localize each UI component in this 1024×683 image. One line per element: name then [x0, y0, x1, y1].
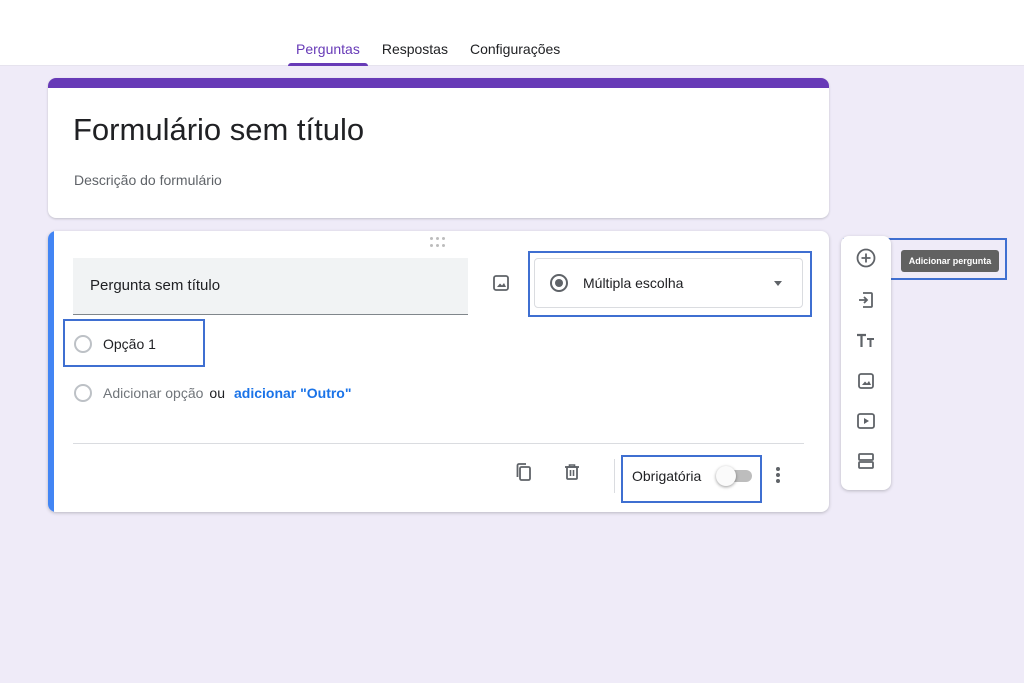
add-section-icon[interactable] [854, 449, 878, 473]
form-description[interactable]: Descrição do formulário [74, 172, 222, 188]
radio-unchecked-icon [74, 384, 92, 402]
form-title-card[interactable]: Formulário sem título Descrição do formu… [48, 78, 829, 218]
tab-questions[interactable]: Perguntas [288, 38, 368, 66]
footer-separator [614, 459, 615, 493]
tab-bar: Perguntas Respostas Configurações [288, 38, 568, 66]
required-toggle[interactable] [716, 466, 752, 486]
drag-handle-icon[interactable] [430, 237, 448, 247]
radio-checked-icon [550, 274, 568, 292]
tab-responses[interactable]: Respostas [374, 38, 456, 66]
question-title-input[interactable]: Pergunta sem título [73, 258, 468, 315]
or-text: ou [209, 385, 225, 401]
delete-icon[interactable] [562, 462, 582, 487]
add-option-row: Adicionar opção ou adicionar "Outro" [74, 384, 352, 402]
option-label[interactable]: Opção 1 [103, 336, 156, 352]
tab-settings[interactable]: Configurações [462, 38, 568, 66]
add-video-icon[interactable] [854, 409, 878, 433]
title-card-accent-bar [48, 78, 829, 88]
app-header: Perguntas Respostas Configurações [0, 0, 1024, 66]
form-title[interactable]: Formulário sem título [73, 112, 364, 148]
add-image-icon[interactable] [490, 272, 512, 294]
add-question-tooltip: Adicionar pergunta [901, 250, 999, 272]
question-focus-bar [48, 231, 54, 512]
add-question-icon[interactable] [854, 246, 878, 270]
radio-unchecked-icon [74, 335, 92, 353]
import-questions-icon[interactable] [854, 288, 878, 312]
question-card[interactable]: Pergunta sem título Múltipla escolha Opç… [48, 231, 829, 512]
floating-toolbar [841, 236, 891, 490]
required-label: Obrigatória [632, 468, 702, 484]
duplicate-icon[interactable] [514, 462, 534, 487]
question-type-dropdown[interactable]: Múltipla escolha [534, 258, 803, 308]
add-other-link[interactable]: adicionar "Outro" [234, 385, 352, 401]
add-option-link[interactable]: Adicionar opção [103, 385, 203, 401]
option-row[interactable]: Opção 1 [74, 335, 156, 353]
add-image-toolbar-icon[interactable] [854, 369, 878, 393]
more-options-icon[interactable] [774, 465, 782, 485]
dropdown-arrow-icon [774, 281, 782, 286]
footer-divider [73, 443, 804, 444]
question-type-label: Múltipla escolha [583, 275, 684, 291]
add-title-text-icon[interactable] [854, 329, 878, 353]
